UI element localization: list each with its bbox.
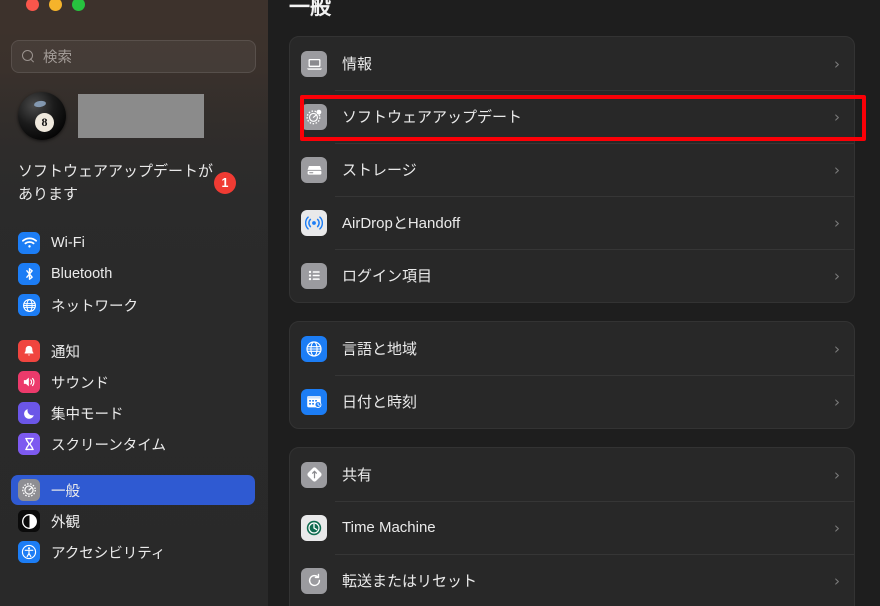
settings-row-label: ログイン項目 xyxy=(342,268,433,285)
search-placeholder: 検索 xyxy=(43,50,72,66)
gear-icon xyxy=(18,479,40,501)
sidebar-item-label: 集中モード xyxy=(51,406,124,423)
sidebar-item-network[interactable]: ネットワーク xyxy=(11,290,255,320)
settings-row-label: 日付と時刻 xyxy=(342,394,418,411)
settings-group-device: 情報 › ソフトウェアアップデート › ストレージ › AirDropとHand… xyxy=(289,36,855,303)
sidebar-item-label: ネットワーク xyxy=(51,298,138,315)
chevron-right-icon: › xyxy=(834,571,840,590)
chevron-right-icon: › xyxy=(834,339,840,358)
minimize-window-button[interactable] xyxy=(49,0,62,11)
hard-drive-icon xyxy=(301,156,327,183)
settings-row-label: 転送またはリセット xyxy=(342,573,478,590)
sidebar-item-appearance[interactable]: 外観 xyxy=(11,506,255,536)
avatar[interactable]: 8 xyxy=(18,92,66,140)
settings-row-label: AirDropとHandoff xyxy=(342,215,461,232)
list-icon xyxy=(301,262,327,289)
globe-icon xyxy=(18,294,40,316)
account-name-redaction xyxy=(78,94,204,138)
search-input[interactable]: 検索 xyxy=(11,40,256,73)
eight-ball-avatar: 8 xyxy=(35,113,54,132)
settings-row-storage[interactable]: ストレージ › xyxy=(290,143,854,196)
sidebar-item-screentime[interactable]: スクリーンタイム xyxy=(11,429,255,459)
update-notice-label: ソフトウェアアップデートがあります xyxy=(18,163,214,203)
system-settings-window: 検索 8 ソフトウェアアップデートがあります 1 Wi-Fi Bluetooth… xyxy=(0,0,880,606)
settings-row-date-time[interactable]: 日付と時刻 › xyxy=(290,375,854,428)
chevron-right-icon: › xyxy=(834,518,840,537)
settings-row-transfer-reset[interactable]: 転送またはリセット › xyxy=(290,554,854,606)
settings-row-label: ソフトウェアアップデート xyxy=(342,109,523,126)
sidebar-item-sound[interactable]: サウンド xyxy=(11,367,255,397)
settings-group-locale: 言語と地域 › 日付と時刻 › xyxy=(289,321,855,429)
laptop-icon xyxy=(301,50,327,77)
account-row[interactable]: 8 xyxy=(18,92,204,140)
sidebar-item-label: Wi-Fi xyxy=(51,235,85,251)
search-container: 検索 xyxy=(11,40,256,73)
search-icon xyxy=(22,50,35,63)
chevron-right-icon: › xyxy=(834,54,840,73)
close-window-button[interactable] xyxy=(26,0,39,11)
chevron-right-icon: › xyxy=(834,266,840,285)
settings-row-time-machine[interactable]: Time Machine › xyxy=(290,501,854,554)
chevron-right-icon: › xyxy=(834,107,840,126)
sidebar-item-label: アクセシビリティ xyxy=(51,545,166,562)
settings-row-software-update[interactable]: ソフトウェアアップデート › xyxy=(290,90,854,143)
settings-row-airdrop-handoff[interactable]: AirDropとHandoff › xyxy=(290,196,854,249)
globe-icon xyxy=(301,335,327,362)
update-notice[interactable]: ソフトウェアアップデートがあります 1 xyxy=(18,160,258,206)
bell-icon xyxy=(18,340,40,362)
sidebar-item-wifi[interactable]: Wi-Fi xyxy=(11,228,255,258)
wifi-icon xyxy=(18,232,40,254)
sidebar-item-label: スクリーンタイム xyxy=(51,437,166,454)
sharing-icon xyxy=(301,461,327,488)
settings-row-label: ストレージ xyxy=(342,162,417,179)
sidebar-group-system: 通知 サウンド 集中モード スクリーンタイム xyxy=(0,336,268,459)
time-machine-icon xyxy=(301,514,327,541)
settings-row-language-region[interactable]: 言語と地域 › xyxy=(290,322,854,375)
bluetooth-icon xyxy=(18,263,40,285)
settings-row-login-items[interactable]: ログイン項目 › xyxy=(290,249,854,302)
chevron-right-icon: › xyxy=(834,465,840,484)
main-panel: 一般 情報 › ソフトウェアアップデート › ストレージ › AirDropとH… xyxy=(268,0,880,606)
sidebar-item-label: 一般 xyxy=(51,483,80,500)
sidebar-group-connectivity: Wi-Fi Bluetooth ネットワーク xyxy=(0,228,268,320)
sidebar-item-accessibility[interactable]: アクセシビリティ xyxy=(11,537,255,567)
settings-row-label: 共有 xyxy=(342,467,373,484)
settings-list: 情報 › ソフトウェアアップデート › ストレージ › AirDropとHand… xyxy=(289,36,855,606)
software-update-gear-icon xyxy=(301,103,327,130)
sidebar-item-label: 外観 xyxy=(51,514,80,531)
update-badge: 1 xyxy=(214,172,236,194)
sidebar-item-focus[interactable]: 集中モード xyxy=(11,398,255,428)
sidebar-item-label: サウンド xyxy=(51,375,109,392)
page-title: 一般 xyxy=(289,0,331,19)
reset-icon xyxy=(301,567,327,594)
window-controls xyxy=(26,0,85,11)
sidebar-group-personalization: 一般 外観 アクセシビリティ xyxy=(0,475,268,567)
sidebar-item-general[interactable]: 一般 xyxy=(11,475,255,505)
sidebar-nav: Wi-Fi Bluetooth ネットワーク 通知 サウンド 集中モード スクリ… xyxy=(0,228,268,583)
calendar-clock-icon xyxy=(301,388,327,415)
sidebar-item-label: Bluetooth xyxy=(51,266,113,282)
moon-icon xyxy=(18,402,40,424)
settings-row-label: 情報 xyxy=(342,56,373,73)
avatar-highlight xyxy=(33,100,47,108)
airdrop-icon xyxy=(301,209,327,236)
accessibility-icon xyxy=(18,541,40,563)
settings-row-label: 言語と地域 xyxy=(342,341,418,358)
chevron-right-icon: › xyxy=(834,160,840,179)
speaker-icon xyxy=(18,371,40,393)
hourglass-icon xyxy=(18,433,40,455)
sidebar-item-bluetooth[interactable]: Bluetooth xyxy=(11,259,255,289)
settings-row-sharing[interactable]: 共有 › xyxy=(290,448,854,501)
settings-row-label: Time Machine xyxy=(342,519,436,536)
sidebar: 検索 8 ソフトウェアアップデートがあります 1 Wi-Fi Bluetooth… xyxy=(0,0,268,606)
sidebar-item-label: 通知 xyxy=(51,344,80,361)
chevron-right-icon: › xyxy=(834,392,840,411)
settings-group-services: 共有 › Time Machine › 転送またはリセット › xyxy=(289,447,855,606)
sidebar-item-notifications[interactable]: 通知 xyxy=(11,336,255,366)
appearance-icon xyxy=(18,510,40,532)
maximize-window-button[interactable] xyxy=(72,0,85,11)
settings-row-about[interactable]: 情報 › xyxy=(290,37,854,90)
chevron-right-icon: › xyxy=(834,213,840,232)
